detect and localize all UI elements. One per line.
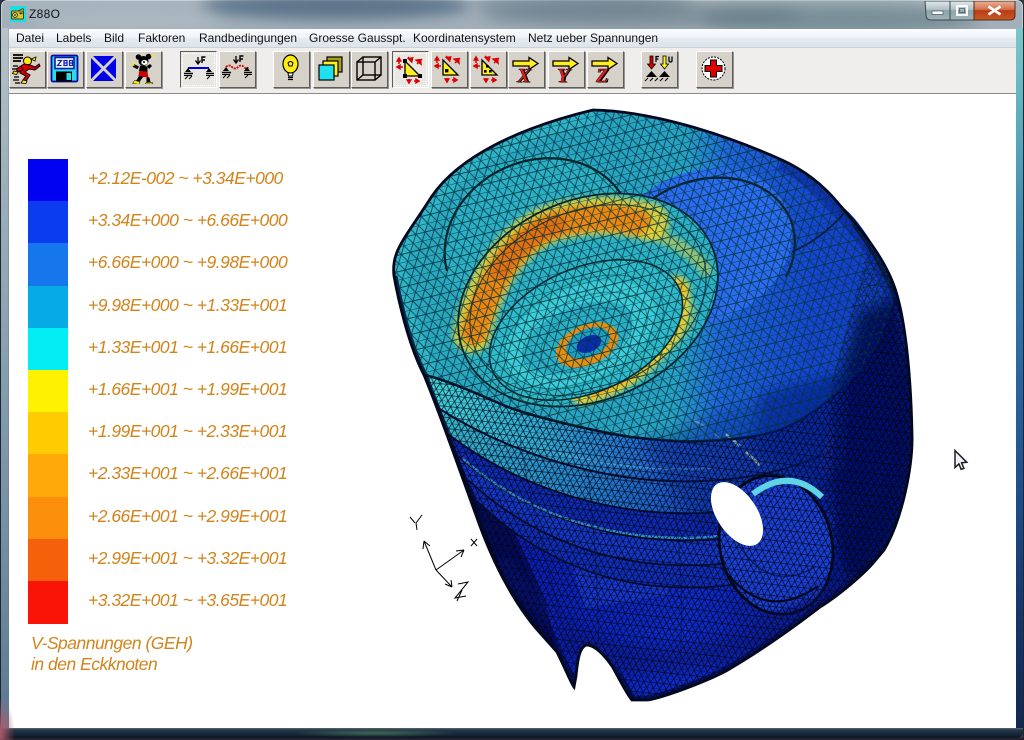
svg-text:Z: Z [595,65,608,84]
svg-text:X: X [516,65,531,84]
svg-text:Y: Y [557,65,571,84]
